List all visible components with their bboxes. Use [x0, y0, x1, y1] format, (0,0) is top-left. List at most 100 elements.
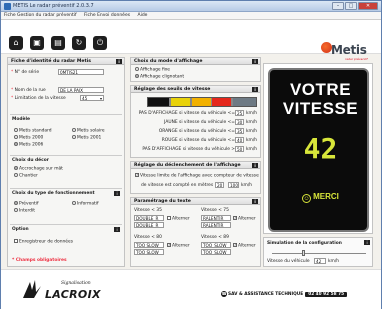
identity-header: Fiche d'identité du radar Metis i: [8, 58, 124, 65]
smiley-icon: ☺: [302, 194, 312, 203]
text-line-input[interactable]: DOUBLE_R: [134, 215, 164, 221]
speed-slider-track[interactable]: [272, 253, 366, 254]
type-option-label: Interdit: [19, 208, 35, 214]
refresh-icon[interactable]: ↻: [72, 36, 86, 50]
model-option-label: Metis standard: [19, 128, 52, 134]
info-icon[interactable]: i: [364, 240, 370, 245]
power-icon[interactable]: ⏻: [93, 36, 107, 50]
limit-select[interactable]: 45: [80, 95, 104, 101]
alternate-checkbox[interactable]: Alterner: [233, 215, 256, 222]
stepup-unit: km/h: [241, 183, 253, 188]
info-icon[interactable]: i: [252, 199, 258, 204]
color-zone-none: [148, 98, 169, 106]
support-line: ☎ SAV & ASSISTANCE TECHNIQUE 02 40 92 58 7…: [221, 291, 348, 297]
display-option-clignotant[interactable]: Affichage clignotant: [135, 74, 184, 80]
type-option-label: Préventif: [19, 201, 39, 207]
sim-speed-label: Vitesse du véhicule: [267, 259, 310, 264]
close-button[interactable]: ✕: [358, 2, 378, 10]
text-line-input[interactable]: TOO_SLOW: [201, 242, 231, 248]
text-line-input[interactable]: RALENTIR: [201, 222, 231, 228]
threshold-unit: km/h: [246, 111, 258, 116]
menu-bar: Fiche Gestion du radar préventif Fiche E…: [1, 12, 381, 20]
folder-icon[interactable]: ▤: [51, 36, 65, 50]
app-window: METIS Le radar préventif 2.0.3.7 – □ ✕ F…: [0, 0, 382, 309]
model-option-standard[interactable]: Metis standard: [14, 128, 52, 134]
menu-item-aide[interactable]: Aide: [135, 12, 151, 19]
sim-speed-input[interactable]: 42: [314, 258, 326, 264]
info-icon[interactable]: i: [114, 191, 120, 196]
text-line-input[interactable]: DOUBLE_R: [134, 222, 164, 228]
radio-icon: [14, 208, 18, 212]
model-option-label: Metis 2006: [19, 142, 44, 148]
threshold-label: JAUNE si vitesse du véhicule <=: [164, 120, 235, 125]
speed-slider-thumb[interactable]: [302, 250, 305, 256]
stepup-checkbox[interactable]: Vitesse limite de l'affichage avec compt…: [135, 172, 259, 179]
minimize-button[interactable]: –: [332, 2, 344, 10]
text-panel: Paramétrage du texte i Vitesse < 35 DOUBL…: [130, 197, 261, 267]
radio-icon: [14, 142, 18, 146]
text-box-label: Vitesse < 80: [134, 235, 162, 240]
text-box-label: Vitesse < 35: [134, 208, 162, 213]
text-line-input[interactable]: TOO_SLOW: [201, 249, 231, 255]
text-line-input[interactable]: TOO SLOW: [134, 242, 164, 248]
sign-speed: 42: [303, 132, 338, 165]
threshold-input[interactable]: 50: [235, 146, 244, 152]
info-icon[interactable]: i: [116, 59, 122, 64]
recorder-checkbox[interactable]: Enregistreur de données: [14, 239, 73, 245]
info-icon[interactable]: i: [252, 59, 258, 64]
alternate-checkbox[interactable]: Alterner: [233, 242, 256, 249]
model-option-solaire[interactable]: Metis solaire: [72, 128, 105, 134]
threshold-input[interactable]: 40: [235, 137, 244, 143]
type-option-informatif[interactable]: Informatif: [72, 201, 99, 207]
save-icon[interactable]: ▣: [30, 36, 44, 50]
identity-title: Fiche d'identité du radar Metis: [11, 59, 92, 64]
color-zone-yellow: [170, 98, 190, 106]
radio-icon: [14, 135, 18, 139]
threshold-input[interactable]: 25: [235, 110, 244, 116]
display-option-label: Affichage fixe: [140, 67, 170, 73]
threshold-input[interactable]: 35: [235, 128, 244, 134]
radio-icon: [14, 166, 18, 170]
type-option-preventif[interactable]: Préventif: [14, 201, 39, 207]
text-line-input[interactable]: RALENTIR: [201, 215, 231, 221]
type-group: Choix du type de fonctionnement i Préven…: [10, 188, 122, 220]
stepup-line-label: de vitesse est compté en mètres: [141, 183, 214, 188]
model-option-label: Metis solaire: [77, 128, 105, 134]
street-input[interactable]: DE LA PAIX: [58, 87, 104, 93]
radio-icon: [14, 173, 18, 177]
text-line-input[interactable]: TOO SLOW: [134, 249, 164, 255]
checkbox-icon: [14, 239, 18, 243]
display-option-fixe[interactable]: Affichage fixe: [135, 67, 170, 73]
decor-option-chantier[interactable]: Chantier: [14, 173, 38, 179]
window-title: METIS Le radar préventif 2.0.3.7: [13, 3, 94, 9]
alternate-checkbox[interactable]: Alterner: [167, 242, 190, 249]
model-option-2000[interactable]: Metis 2000: [14, 135, 43, 141]
text-box-label: Vitesse < 75: [201, 208, 229, 213]
thresholds-title: Réglage des seuils de vitesse: [134, 87, 211, 92]
lacroix-signal: Signalisation: [61, 281, 91, 286]
model-option-2006[interactable]: Metis 2006: [14, 142, 43, 148]
info-icon[interactable]: i: [114, 227, 120, 232]
stepup-input-a[interactable]: 20: [215, 182, 224, 188]
sign-preview: VOTRE VITESSE 42 ☺ MERCI: [263, 63, 373, 234]
alternate-checkbox[interactable]: Alterner: [167, 216, 190, 222]
menu-item-fiche[interactable]: Fiche Gestion du radar préventif: [1, 12, 80, 19]
stepup-input-b[interactable]: 100: [228, 182, 239, 188]
logo-tagline: radar préventif: [345, 57, 368, 61]
sim-speed-unit: km/h: [328, 259, 340, 264]
home-icon[interactable]: ⌂: [9, 36, 23, 50]
maximize-button[interactable]: □: [345, 2, 357, 10]
serial-input[interactable]: 0MTIS21: [58, 69, 104, 75]
type-option-interdit[interactable]: Interdit: [14, 208, 35, 214]
stepup-title: Réglage du déclenchement de l'affichage: [134, 163, 241, 168]
simulation-panel: Simulation de la configuration i Vitesse…: [263, 237, 373, 267]
menu-item-envoi[interactable]: Fiche Envoi données: [81, 12, 133, 19]
decor-option-mat[interactable]: Accrochage sur mât: [14, 166, 63, 172]
threshold-input[interactable]: 30: [235, 119, 244, 125]
required-note: * Champs obligatoires: [12, 258, 67, 263]
info-icon[interactable]: i: [252, 163, 258, 168]
model-option-2001[interactable]: Metis 2001: [72, 135, 101, 141]
stepup-panel: Réglage du déclenchement de l'affichage i…: [130, 161, 261, 194]
info-icon[interactable]: i: [252, 87, 258, 92]
threshold-label: ROUGE si vitesse du véhicule <=: [161, 138, 235, 143]
